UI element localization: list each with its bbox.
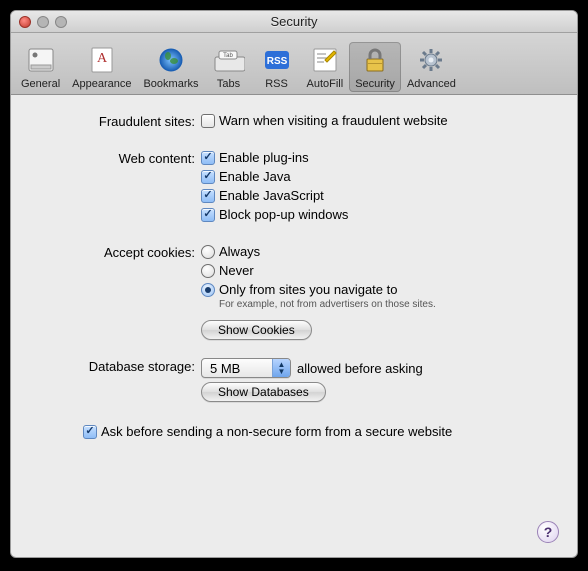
zoom-button[interactable]: [55, 16, 67, 28]
window-controls: [19, 16, 67, 28]
toolbar-label: Advanced: [407, 78, 456, 90]
cookies-only-label: Only from sites you navigate to: [219, 282, 397, 297]
toolbar-item-advanced[interactable]: Advanced: [401, 42, 462, 92]
database-after-text: allowed before asking: [297, 361, 423, 376]
toolbar-label: Security: [355, 78, 395, 90]
cookies-never-radio[interactable]: [201, 264, 215, 278]
accept-cookies-label: Accept cookies:: [31, 244, 201, 260]
show-databases-button[interactable]: Show Databases: [201, 382, 326, 402]
appearance-icon: A: [86, 44, 118, 76]
svg-text:RSS: RSS: [266, 56, 287, 67]
enable-java-label: Enable Java: [219, 169, 291, 184]
security-icon: [359, 44, 391, 76]
minimize-button[interactable]: [37, 16, 49, 28]
tabs-icon: Tab: [213, 44, 245, 76]
help-button[interactable]: ?: [537, 521, 559, 543]
toolbar-label: AutoFill: [307, 78, 344, 90]
web-content-label: Web content:: [31, 150, 201, 166]
warn-fraudulent-label: Warn when visiting a fraudulent website: [219, 113, 448, 128]
titlebar: Security: [11, 11, 577, 33]
ask-nonsecure-form-checkbox[interactable]: [83, 425, 97, 439]
enable-javascript-label: Enable JavaScript: [219, 188, 324, 203]
warn-fraudulent-checkbox[interactable]: [201, 114, 215, 128]
cookies-never-label: Never: [219, 263, 254, 278]
cookies-always-label: Always: [219, 244, 260, 259]
toolbar-label: RSS: [265, 78, 288, 90]
svg-text:Tab: Tab: [223, 53, 233, 59]
show-cookies-button[interactable]: Show Cookies: [201, 320, 312, 340]
close-button[interactable]: [19, 16, 31, 28]
enable-plugins-checkbox[interactable]: [201, 151, 215, 165]
enable-java-checkbox[interactable]: [201, 170, 215, 184]
enable-javascript-checkbox[interactable]: [201, 189, 215, 203]
block-popups-checkbox[interactable]: [201, 208, 215, 222]
database-storage-label: Database storage:: [31, 358, 201, 374]
cookies-always-radio[interactable]: [201, 245, 215, 259]
autofill-icon: [309, 44, 341, 76]
enable-plugins-label: Enable plug-ins: [219, 150, 309, 165]
toolbar-label: General: [21, 78, 60, 90]
svg-text:A: A: [97, 51, 108, 66]
preferences-window: Security General A Appearance Bookmarks …: [10, 10, 578, 558]
fraudulent-sites-label: Fraudulent sites:: [31, 113, 201, 129]
database-size-popup[interactable]: 5 MB ▲▼: [201, 358, 291, 378]
toolbar-item-bookmarks[interactable]: Bookmarks: [137, 42, 204, 92]
toolbar-item-security[interactable]: Security: [349, 42, 401, 92]
popup-arrows-icon: ▲▼: [272, 359, 290, 377]
window-title: Security: [11, 14, 577, 29]
block-popups-label: Block pop-up windows: [219, 207, 348, 222]
preferences-toolbar: General A Appearance Bookmarks Tab Tabs …: [11, 33, 577, 95]
cookies-only-radio[interactable]: [201, 283, 215, 297]
toolbar-label: Tabs: [217, 78, 240, 90]
toolbar-item-appearance[interactable]: A Appearance: [66, 42, 137, 92]
cookies-hint: For example, not from advertisers on tho…: [219, 299, 557, 310]
rss-icon: RSS: [261, 44, 293, 76]
general-icon: [25, 44, 57, 76]
ask-nonsecure-form-label: Ask before sending a non-secure form fro…: [101, 424, 452, 439]
toolbar-label: Appearance: [72, 78, 131, 90]
toolbar-item-tabs[interactable]: Tab Tabs: [205, 42, 253, 92]
content-pane: Fraudulent sites: Warn when visiting a f…: [11, 95, 577, 557]
toolbar-item-autofill[interactable]: AutoFill: [301, 42, 350, 92]
bookmarks-icon: [155, 44, 187, 76]
advanced-icon: [415, 44, 447, 76]
help-icon: ?: [544, 524, 553, 540]
database-size-value: 5 MB: [202, 361, 272, 376]
toolbar-label: Bookmarks: [143, 78, 198, 90]
toolbar-item-rss[interactable]: RSS RSS: [253, 42, 301, 92]
toolbar-item-general[interactable]: General: [15, 42, 66, 92]
